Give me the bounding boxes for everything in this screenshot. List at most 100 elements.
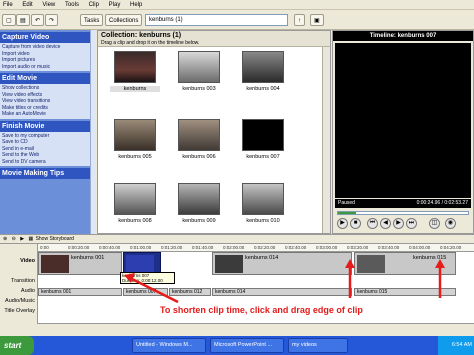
task-import-audio[interactable]: Import audio or music: [0, 63, 96, 70]
clip-thumbnail[interactable]: [242, 119, 284, 151]
section-movie-tips[interactable]: Movie Making Tips: [0, 168, 96, 179]
up-folder-icon[interactable]: ↑: [294, 14, 305, 26]
clip-thumbnail[interactable]: [178, 183, 220, 215]
video-clip-label: kenburns 014: [245, 255, 279, 261]
ruler-tick: 0:00:20.00: [68, 245, 90, 250]
audio-clip[interactable]: kenburns 007: [123, 288, 168, 296]
new-project-icon[interactable]: ▢: [2, 14, 16, 26]
preview-monitor: Timeline: kenburns 007 Paused 0:00:24.96…: [332, 30, 474, 234]
track-label-music: Audio/Music: [5, 298, 35, 304]
clip-label: kenburns: [110, 86, 160, 92]
menu-clip[interactable]: Clip: [89, 0, 99, 10]
audio-clip[interactable]: kenburns 014: [212, 288, 352, 296]
ruler-tick: 0:03:20.00: [347, 245, 369, 250]
task-send-dv[interactable]: Send to DV camera: [0, 158, 96, 165]
task-automovie[interactable]: Make an AutoMovie: [0, 111, 96, 118]
ruler-tick: 0:03:40.00: [378, 245, 400, 250]
clip-label: kenburns 005: [118, 154, 152, 160]
split-icon[interactable]: ◫: [429, 218, 440, 229]
zoom-out-icon[interactable]: ⊖: [12, 236, 16, 242]
new-folder-icon[interactable]: ▣: [310, 14, 324, 26]
timeline-play-icon[interactable]: ▶: [20, 236, 24, 242]
clip-thumbnail[interactable]: [242, 183, 284, 215]
ruler-tick: 0:03:00.00: [316, 245, 338, 250]
stop-icon[interactable]: ■: [350, 218, 361, 229]
menu-help[interactable]: Help: [130, 0, 142, 10]
seek-bar[interactable]: [337, 211, 469, 215]
taskbar-item-movie-maker[interactable]: Untitled - Windows M...: [132, 338, 206, 353]
clip-label: kenburns 003: [182, 86, 216, 92]
timeline-ruler[interactable]: 0:00 0:00:20.00 0:00:40.00 0:01:00.00 0:…: [38, 244, 474, 252]
menu-bar: File Edit View Tools Clip Play Help: [0, 0, 474, 10]
track-label-transition: Transition: [11, 278, 35, 284]
video-clip[interactable]: kenburns 014: [212, 252, 352, 275]
snapshot-icon[interactable]: ◉: [445, 218, 456, 229]
monitor-status: Paused 0:00:24.96 / 0:02:53.27: [335, 199, 471, 208]
audio-clip[interactable]: kenburns 012: [169, 288, 211, 296]
clip-thumbnail[interactable]: [242, 51, 284, 83]
ruler-tick: 0:04:20.00: [440, 245, 462, 250]
collection-scrollbar[interactable]: [322, 47, 330, 233]
menu-file[interactable]: File: [3, 0, 13, 10]
clip-thumbnail[interactable]: [114, 119, 156, 151]
prev-frame-icon[interactable]: ⏮: [367, 218, 378, 229]
task-pane-scrollbar[interactable]: [90, 30, 96, 234]
ruler-tick: 0:01:20.00: [161, 245, 183, 250]
ruler-tick: 0:02:40.00: [285, 245, 307, 250]
collections-button[interactable]: Collections: [105, 14, 143, 26]
ruler-tick: 0:01:00.00: [130, 245, 152, 250]
audio-clip[interactable]: kenburns 001: [38, 288, 122, 296]
start-button[interactable]: start: [0, 336, 34, 355]
clip-thumbnail[interactable]: [178, 51, 220, 83]
collections-label: Collections: [109, 18, 139, 24]
track-label-video: Video: [20, 258, 35, 264]
storyboard-icon[interactable]: ▦: [28, 236, 33, 242]
redo-icon[interactable]: ↷: [45, 14, 59, 26]
ruler-tick: 0:00: [40, 245, 49, 250]
clip-label: kenburns 004: [246, 86, 280, 92]
play-icon[interactable]: ▶: [337, 218, 348, 229]
video-clip-label: kenburns 001: [71, 255, 105, 261]
forward-icon[interactable]: ▶: [393, 218, 404, 229]
seek-progress: [338, 212, 357, 214]
clip-label: kenburns 009: [182, 218, 216, 224]
monitor-screen: [335, 43, 471, 198]
zoom-in-icon[interactable]: ⊕: [3, 236, 7, 242]
clip-label: kenburns 010: [246, 218, 280, 224]
menu-view[interactable]: View: [42, 0, 55, 10]
menu-tools[interactable]: Tools: [65, 0, 79, 10]
menu-edit[interactable]: Edit: [22, 0, 32, 10]
collection-title: Collection: kenburns (1): [101, 32, 182, 39]
show-storyboard-button[interactable]: Show Storyboard: [36, 236, 74, 242]
video-clip[interactable]: kenburns 015: [354, 252, 456, 275]
undo-icon[interactable]: ↶: [31, 14, 45, 26]
menu-play[interactable]: Play: [109, 0, 121, 10]
taskbar: start Untitled - Windows M... Microsoft …: [0, 336, 474, 355]
monitor-title: Timeline: kenburns 007: [333, 31, 473, 41]
toolbar: ▢ ▤ ↶ ↷ Tasks Collections kenburns (1) ↑…: [0, 10, 474, 30]
collection-header: Collection: kenburns (1) Drag a clip and…: [98, 31, 330, 47]
tasks-label: Tasks: [84, 18, 100, 24]
clip-frame: [357, 255, 385, 273]
audio-clip[interactable]: kenburns 015: [354, 288, 456, 296]
clip-label: kenburns 006: [182, 154, 216, 160]
next-frame-icon[interactable]: ⏭: [406, 218, 417, 229]
taskbar-item-my-videos[interactable]: my videos: [288, 338, 348, 353]
collection-select[interactable]: kenburns (1): [145, 14, 288, 26]
ruler-tick: 0:02:20.00: [254, 245, 276, 250]
task-pane: Capture Video Capture from video device …: [0, 30, 96, 234]
play-state: Paused: [338, 200, 355, 206]
clip-thumbnail[interactable]: [114, 183, 156, 215]
tasks-button[interactable]: Tasks: [80, 14, 104, 26]
section-capture-video: Capture Video: [0, 32, 96, 43]
clip-frame: [41, 255, 69, 273]
annotation-text: To shorten clip time, click and drag edg…: [160, 305, 363, 315]
section-finish-movie: Finish Movie: [0, 120, 96, 132]
video-clip[interactable]: kenburns 001: [38, 252, 122, 275]
taskbar-item-powerpoint[interactable]: Microsoft PowerPoint ...: [210, 338, 284, 353]
rewind-icon[interactable]: ◀: [380, 218, 391, 229]
open-icon[interactable]: ▤: [16, 14, 30, 26]
track-label-audio: Audio: [20, 288, 35, 294]
clip-thumbnail[interactable]: [114, 51, 156, 83]
clip-thumbnail[interactable]: [178, 119, 220, 151]
